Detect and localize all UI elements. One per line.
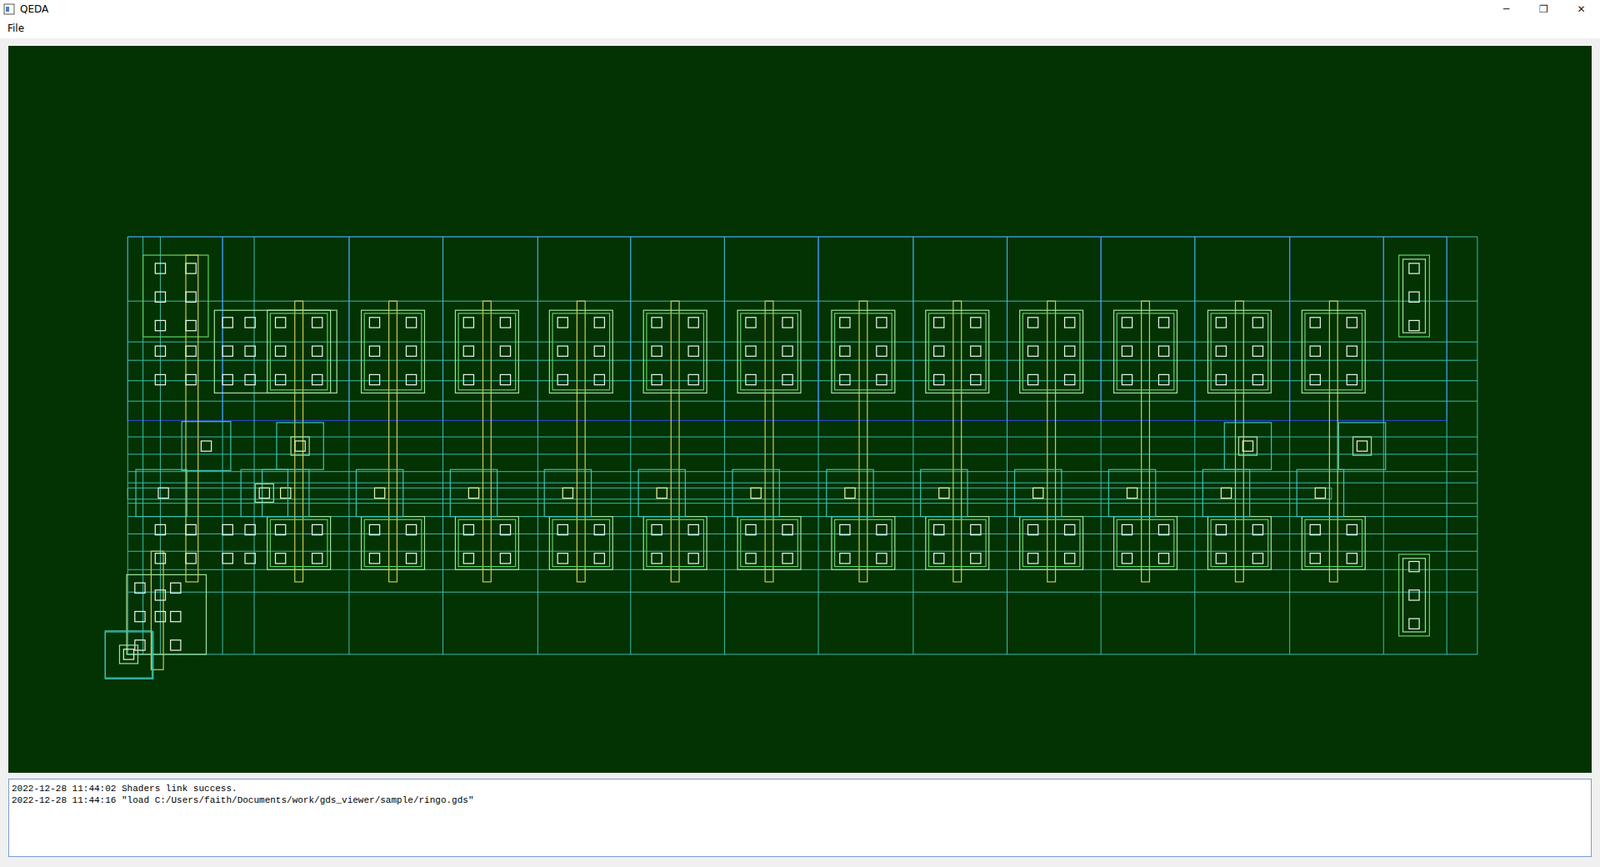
app-window: QEDA ─❐✕ File 2022-12-28 11:44:02 Shader… [0, 0, 1600, 867]
window-title: QEDA [20, 3, 1483, 15]
inverter-stage [1296, 300, 1365, 582]
inverter-stage [1202, 300, 1271, 582]
menu-item[interactable]: File [3, 20, 29, 36]
inverter-stage [920, 300, 990, 582]
layout-drawing [8, 45, 1592, 773]
inverter-stage [826, 300, 895, 582]
layout-canvas[interactable] [8, 45, 1592, 773]
log-panel[interactable]: 2022-12-28 11:44:02 Shaders link success… [8, 778, 1592, 857]
window-control-button[interactable]: ─ [1487, 3, 1525, 15]
nwell-regions [127, 236, 1447, 420]
metal-strap [127, 487, 1332, 499]
inverter-stage [355, 300, 425, 582]
well-taps [1399, 255, 1430, 636]
inverter-stage [262, 300, 331, 582]
window-control-button[interactable]: ❐ [1525, 3, 1563, 15]
left-cells [105, 255, 337, 679]
inverter-stage [544, 300, 613, 582]
vias [105, 422, 1385, 678]
inverter-stage [1108, 300, 1177, 582]
window-controls: ─❐✕ [1487, 3, 1600, 15]
menu-bar: File [0, 18, 1600, 39]
inverter-stage [732, 300, 801, 582]
inverter-stage [450, 300, 519, 582]
title-bar: QEDA ─❐✕ [0, 0, 1600, 19]
app-icon [3, 3, 15, 15]
inverter-stage [1015, 300, 1084, 582]
log-line: 2022-12-28 11:44:02 Shaders link success… [11, 782, 1589, 795]
window-control-button[interactable]: ✕ [1562, 3, 1600, 15]
inverter-stage [638, 300, 707, 582]
grid-lines [127, 236, 1478, 655]
log-line: 2022-12-28 11:44:16 "load C:/Users/faith… [11, 794, 1589, 806]
